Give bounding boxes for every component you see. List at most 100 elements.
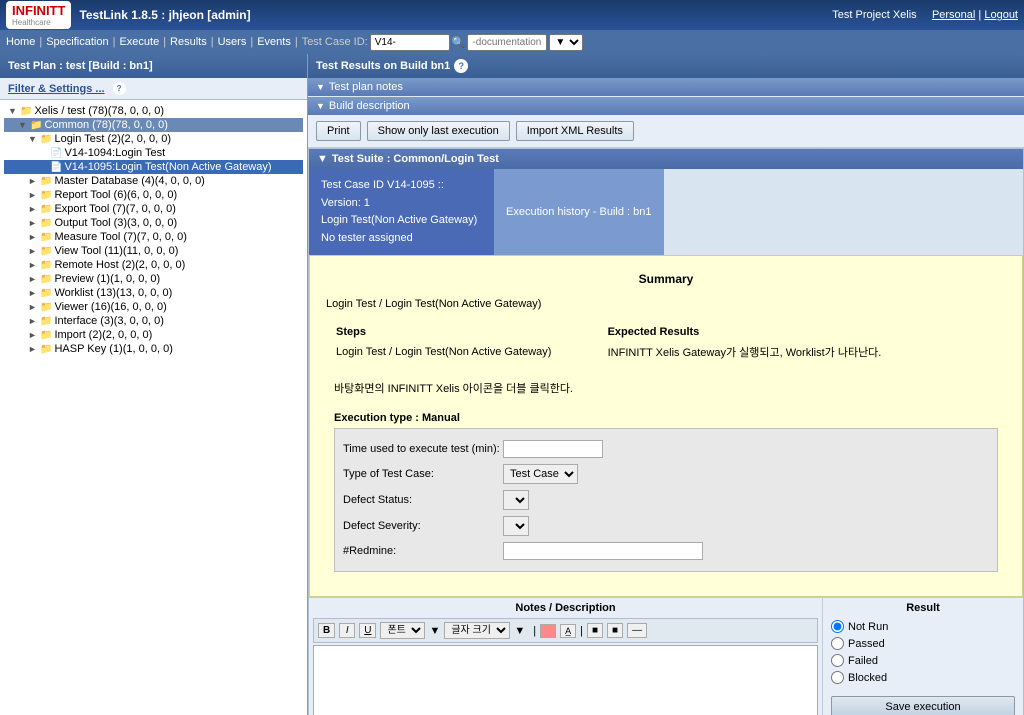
time-input[interactable] (503, 440, 603, 458)
defect-status-select[interactable] (503, 490, 529, 510)
defect-severity-select[interactable] (503, 516, 529, 536)
not-run-option[interactable]: Not Run (831, 620, 1015, 633)
not-run-label: Not Run (848, 621, 888, 633)
tree-item-worklist[interactable]: ► 📁 Worklist (13)(13, 0, 0, 0) (4, 286, 303, 300)
project-label: Test Project (832, 9, 889, 21)
summary-area: Summary Login Test / Login Test(Non Acti… (309, 255, 1023, 597)
print-button[interactable]: Print (316, 121, 361, 141)
folder-icon: 📁 (30, 120, 42, 131)
passed-option[interactable]: Passed (831, 637, 1015, 650)
tree-item-interface[interactable]: ► 📁 Interface (3)(3, 0, 0, 0) (4, 314, 303, 328)
notes-toolbar: B I U 폰트 ▼ 글자 크기 ▼ | (313, 618, 818, 643)
color-button[interactable] (540, 624, 556, 638)
tree-label: HASP Key (1)(1, 0, 0, 0) (54, 343, 172, 355)
file-icon: 📄 (50, 162, 62, 173)
tree-item-import[interactable]: ► 📁 Import (2)(2, 0, 0, 0) (4, 328, 303, 342)
tree-item-viewer[interactable]: ► 📁 Viewer (16)(16, 0, 0, 0) (4, 300, 303, 314)
italic-button[interactable]: I (339, 623, 355, 638)
align-right-button[interactable]: ■ (607, 623, 623, 638)
blocked-radio[interactable] (831, 671, 844, 684)
filter-label[interactable]: Filter & Settings ... (8, 83, 105, 95)
nav-specification[interactable]: Specification (46, 36, 108, 48)
passed-radio[interactable] (831, 637, 844, 650)
nav-test-case-id-label: Test Case ID: (302, 36, 368, 48)
notes-content[interactable] (313, 645, 818, 715)
tree-item-view-tool[interactable]: ► 📁 View Tool (11)(11, 0, 0, 0) (4, 244, 303, 258)
type-label: Type of Test Case: (343, 468, 503, 480)
expand-icon: ► (28, 246, 38, 256)
result-title: Result (831, 602, 1015, 614)
bg-color-button[interactable]: A̲ (560, 624, 576, 638)
test-plan-notes-header[interactable]: ▼ Test plan notes (308, 78, 1024, 96)
tree-item-remote-host[interactable]: ► 📁 Remote Host (2)(2, 0, 0, 0) (4, 258, 303, 272)
nav-execute[interactable]: Execute (119, 36, 159, 48)
help-icon: ? (454, 59, 468, 73)
tree-label: V14-1094:Login Test (64, 147, 165, 159)
personal-link[interactable]: Personal (932, 9, 975, 21)
hr-button[interactable]: — (627, 623, 647, 638)
tree-item-output-tool[interactable]: ► 📁 Output Tool (3)(3, 0, 0, 0) (4, 216, 303, 230)
logout-link[interactable]: Logout (984, 9, 1018, 21)
test-plan-notes-label: Test plan notes (329, 81, 403, 93)
expand-icon: ► (28, 288, 38, 298)
tree-item-login-test[interactable]: ▼ 📁 Login Test (2)(2, 0, 0, 0) (4, 132, 303, 146)
folder-icon: 📁 (40, 246, 52, 257)
bold-button[interactable]: B (318, 623, 335, 638)
nav-events[interactable]: Events (257, 36, 291, 48)
nav-home[interactable]: Home (6, 36, 35, 48)
tree-item-preview[interactable]: ► 📁 Preview (1)(1, 0, 0, 0) (4, 272, 303, 286)
font-select[interactable]: 폰트 (380, 622, 425, 639)
nav-results[interactable]: Results (170, 36, 207, 48)
result-area: Result Not Run Passed (823, 598, 1023, 715)
tree-area[interactable]: ▼ 📁 Xelis / test (78)(78, 0, 0, 0) ▼ 📁 C… (0, 100, 307, 715)
logo-text: INFINITT Healthcare (12, 3, 65, 27)
test-case-id-input[interactable] (370, 34, 450, 51)
nav-bar: Home | Specification | Execute | Results… (0, 30, 1024, 54)
align-center-button[interactable]: ■ (587, 623, 603, 638)
doc-select[interactable]: ▼ (549, 34, 583, 51)
blocked-label: Blocked (848, 672, 887, 684)
nav-users[interactable]: Users (218, 36, 247, 48)
filter-bar: Filter & Settings ... ? (0, 78, 307, 100)
arrow-icon: ▼ (317, 153, 328, 165)
tree-item-report-tool[interactable]: ► 📁 Report Tool (6)(6, 0, 0, 0) (4, 188, 303, 202)
show-last-execution-button[interactable]: Show only last execution (367, 121, 510, 141)
not-run-radio[interactable] (831, 620, 844, 633)
tree-item-root[interactable]: ▼ 📁 Xelis / test (78)(78, 0, 0, 0) (4, 104, 303, 118)
folder-icon: 📁 (40, 204, 52, 215)
filter-help-icon: ? (113, 82, 126, 95)
folder-icon: 📁 (40, 134, 52, 145)
toolbar-sep: | (580, 625, 583, 637)
save-execution-button[interactable]: Save execution (831, 696, 1015, 715)
tree-item-common[interactable]: ▼ 📁 Common (78)(78, 0, 0, 0) (4, 118, 303, 132)
folder-icon: 📁 (40, 302, 52, 313)
form-row-time: Time used to execute test (min): (343, 437, 989, 461)
tree-item-v14-1094[interactable]: 📄 V14-1094:Login Test (4, 146, 303, 160)
redmine-input[interactable] (503, 542, 703, 560)
tree-item-master-db[interactable]: ► 📁 Master Database (4)(4, 0, 0, 0) (4, 174, 303, 188)
failed-option[interactable]: Failed (831, 654, 1015, 667)
folder-icon: 📁 (40, 330, 52, 341)
tree-item-hasp-key[interactable]: ► 📁 HASP Key (1)(1, 0, 0, 0) (4, 342, 303, 356)
tree-item-measure-tool[interactable]: ► 📁 Measure Tool (7)(7, 0, 0, 0) (4, 230, 303, 244)
underline-button[interactable]: U (359, 623, 376, 638)
steps-header: Steps (328, 324, 598, 340)
expected-header: Expected Results (600, 324, 1004, 340)
right-panel-title-text: Test Results on Build bn1 (316, 60, 450, 72)
search-icon[interactable]: 🔍 (452, 36, 466, 49)
font-size-select[interactable]: 글자 크기 (444, 622, 510, 639)
build-description-header[interactable]: ▼ Build description (308, 97, 1024, 115)
blocked-option[interactable]: Blocked (831, 671, 1015, 684)
form-row-type: Type of Test Case: Test Case (343, 461, 989, 487)
tree-item-export-tool[interactable]: ► 📁 Export Tool (7)(7, 0, 0, 0) (4, 202, 303, 216)
tree-item-v14-1095[interactable]: 📄 V14-1095:Login Test(Non Active Gateway… (4, 160, 303, 174)
header-title: TestLink 1.8.5 : jhjeon [admin] (79, 8, 250, 22)
tree-label: Master Database (4)(4, 0, 0, 0) (54, 175, 204, 187)
failed-radio[interactable] (831, 654, 844, 667)
type-select[interactable]: Test Case (503, 464, 578, 484)
import-xml-button[interactable]: Import XML Results (516, 121, 634, 141)
folder-icon: 📁 (40, 274, 52, 285)
test-case-no-tester: No tester assigned (321, 230, 482, 248)
doc-search-input[interactable] (467, 34, 547, 51)
bottom-section: Notes / Description B I U 폰트 ▼ 글자 크기 (309, 597, 1023, 715)
